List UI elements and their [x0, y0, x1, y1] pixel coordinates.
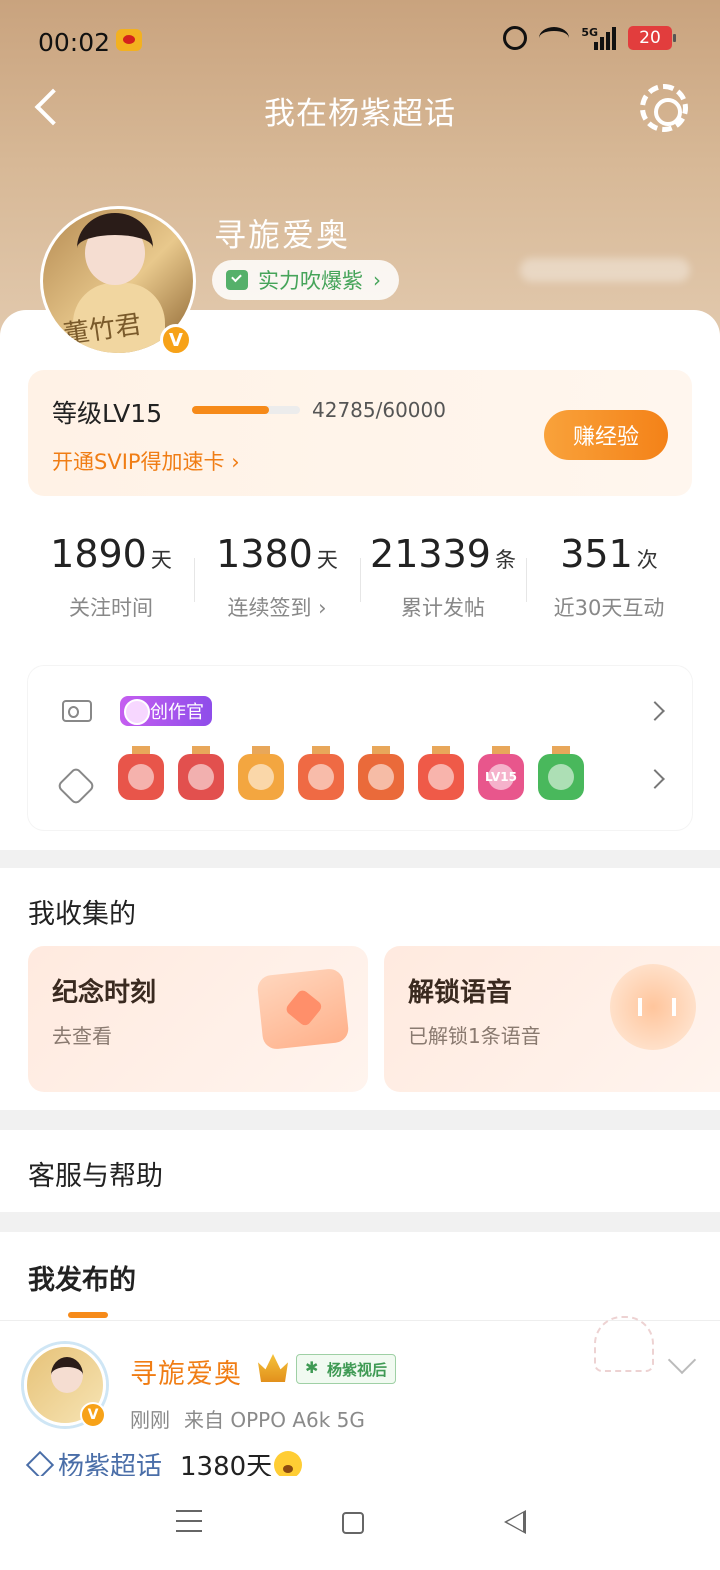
medal-badge-icon [298, 746, 344, 800]
verified-badge-icon: V [160, 324, 192, 356]
help-label: 客服与帮助 [28, 1161, 163, 1192]
medal-badge-icon [118, 746, 164, 800]
avatar-hair [77, 213, 153, 283]
post-author-name[interactable]: 寻旎爱奥 [130, 1352, 242, 1391]
collections-section: 我收集的 纪念时刻 去查看 解锁语音 已解锁1条语音 [0, 868, 720, 1110]
stat-unit: 天 [150, 548, 172, 572]
settings-gear-icon[interactable] [640, 84, 688, 132]
stat-unit: 条 [494, 548, 516, 572]
medal-badge-icon: LV15 [478, 746, 524, 800]
decorative-sketch [594, 1316, 654, 1372]
post-source: 来自 OPPO A6k 5G [184, 1408, 365, 1432]
chevron-right-icon: › [373, 268, 381, 292]
page-title: 我在杨紫超话 [264, 96, 456, 132]
medal-list[interactable]: LV15 [118, 746, 584, 800]
battery-indicator: 20 [628, 26, 676, 50]
stat-label: 近30天互动 [553, 596, 665, 620]
user-title-text: 实力吹爆紫 [258, 269, 363, 293]
calendar-gift-icon [256, 967, 350, 1051]
cell-signal-icon: 5G [581, 26, 616, 50]
weibo-notification-icon [116, 29, 142, 51]
post-time: 刚刚 [130, 1408, 170, 1432]
unlock-voice-card[interactable]: 解锁语音 已解锁1条语音 [384, 946, 720, 1092]
medal-icon [56, 766, 96, 806]
stat-total-posts: 21339 条 累计发帖 [360, 532, 526, 632]
voice-wave-icon [610, 964, 696, 1050]
id-card-icon [62, 700, 92, 722]
svip-link[interactable]: 开通SVIP得加速卡 › [52, 446, 240, 476]
level-panel: 等级LV15 42785/60000 开通SVIP得加速卡 › 赚经验 [28, 370, 692, 496]
stat-unit: 天 [316, 548, 338, 572]
profile-card: 等级LV15 42785/60000 开通SVIP得加速卡 › 赚经验 1890… [0, 310, 720, 850]
stat-value: 21339 [370, 532, 491, 576]
level-label: 等级LV15 [52, 399, 163, 428]
alarm-icon [503, 26, 528, 50]
wifi-icon [539, 27, 570, 49]
earn-exp-button[interactable]: 赚经验 [544, 410, 668, 460]
stat-label: 关注时间 [69, 596, 153, 620]
stat-value: 1380 [216, 532, 313, 576]
level-exp-text: 42785/60000 [312, 398, 446, 422]
fan-tag[interactable]: 杨紫视后 [296, 1354, 397, 1384]
avatar-face [51, 1357, 83, 1393]
status-bar: 00:02 5G 20 [0, 0, 720, 84]
status-right-group: 5G 20 [503, 26, 676, 50]
verified-badge-icon: V [80, 1402, 106, 1428]
back-triangle-icon[interactable] [504, 1510, 526, 1534]
badges-panel: 创作官 LV15 [28, 666, 692, 830]
system-navigation-bar [0, 1476, 720, 1570]
post-meta: 刚刚 来自 OPPO A6k 5G [130, 1404, 365, 1433]
stat-label: 累计发帖 [401, 596, 485, 620]
stat-value: 1890 [50, 532, 147, 576]
stat-label-text: 连续签到 [227, 596, 312, 620]
card-subtitle: 已解锁1条语音 [408, 1024, 541, 1048]
medal-badge-icon [238, 746, 284, 800]
medal-badge-icon [538, 746, 584, 800]
stat-value: 351 [560, 532, 633, 576]
stat-unit: 次 [636, 548, 658, 572]
section-title: 我收集的 [28, 899, 136, 930]
super-topic-diamond-icon [25, 1450, 55, 1479]
status-time: 00:02 [38, 28, 111, 57]
tab-my-posts[interactable]: 我发布的 [28, 1258, 136, 1297]
stat-label: 连续签到 › [194, 592, 360, 622]
menu-icon[interactable] [176, 1510, 202, 1532]
medal-badge-icon [358, 746, 404, 800]
network-type-label: 5G [581, 26, 598, 39]
help-row[interactable]: 客服与帮助 [0, 1130, 720, 1212]
level-progress-bar [192, 406, 300, 414]
card-subtitle: 去查看 [52, 1024, 112, 1048]
tab-indicator [68, 1312, 108, 1318]
card-title: 解锁语音 [408, 978, 513, 1008]
home-icon[interactable] [342, 1512, 364, 1534]
creator-badge[interactable]: 创作官 [120, 696, 212, 726]
chevron-right-icon: › [311, 596, 327, 620]
chevron-right-icon[interactable] [645, 769, 665, 789]
header-decoration [520, 258, 690, 282]
username: 寻旎爱奥 [214, 216, 351, 254]
crown-icon [258, 1354, 288, 1382]
surprised-emoji-icon [274, 1450, 303, 1479]
stat-interactions: 351 次 近30天互动 [526, 532, 692, 632]
calendar-check-icon [226, 270, 248, 290]
user-title-chip[interactable]: 实力吹爆紫 › [212, 260, 399, 300]
stat-follow-days: 1890 天 关注时间 [28, 532, 194, 632]
chevron-down-icon[interactable] [667, 1345, 697, 1375]
chevron-right-icon: › [231, 450, 240, 474]
level-progress-fill [192, 406, 269, 414]
stats-row: 1890 天 关注时间 1380 天 连续签到 › 21339 条 累计发帖 351 次… [28, 532, 692, 632]
stat-checkin-days[interactable]: 1380 天 连续签到 › [194, 532, 360, 632]
memorial-moments-card[interactable]: 纪念时刻 去查看 [28, 946, 368, 1092]
card-title: 纪念时刻 [52, 978, 157, 1008]
medal-badge-icon [418, 746, 464, 800]
chevron-right-icon[interactable] [645, 701, 665, 721]
svip-link-text: 开通SVIP得加速卡 [52, 450, 225, 474]
medal-badge-icon [178, 746, 224, 800]
